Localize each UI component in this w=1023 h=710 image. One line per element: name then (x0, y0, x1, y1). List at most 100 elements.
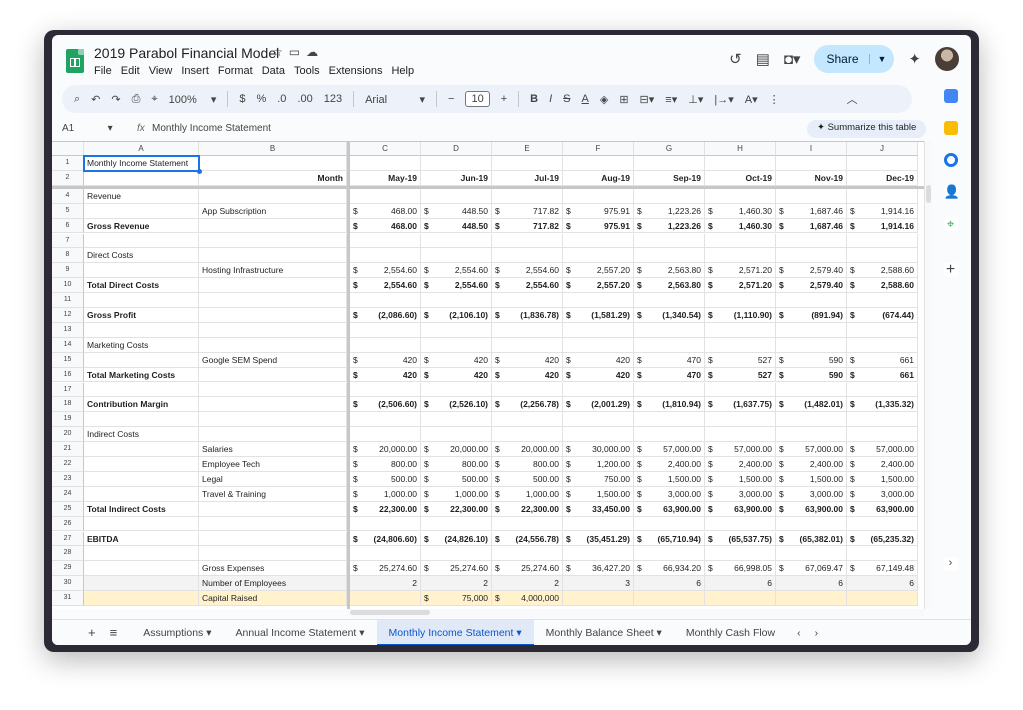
search-menus-icon[interactable]: ⌕ (74, 93, 80, 106)
row-header[interactable]: 18 (52, 397, 84, 413)
cell-label[interactable] (84, 352, 199, 368)
cell-value[interactable] (705, 591, 776, 606)
cell-sublabel[interactable] (199, 397, 347, 413)
cell-value[interactable]: $590 (776, 367, 847, 383)
cell-value[interactable]: $2,400.00 (776, 457, 847, 472)
cell-value[interactable]: $3,000.00 (847, 486, 918, 502)
row-header[interactable]: 25 (52, 501, 84, 517)
share-button[interactable]: Share ▼ (814, 45, 895, 73)
cell-value[interactable] (350, 427, 421, 443)
cell-value[interactable]: $420 (421, 352, 492, 368)
cell-value[interactable] (421, 233, 492, 249)
cell-label[interactable] (84, 293, 199, 308)
cell-sublabel[interactable]: Hosting Infrastructure (199, 263, 347, 279)
cell-value[interactable]: $ (2,001.29) (563, 397, 634, 413)
cell-label[interactable]: Direct Costs (84, 248, 199, 264)
cell-sublabel[interactable] (199, 188, 347, 204)
cell-label[interactable] (84, 170, 199, 186)
horizontal-scrollbar[interactable] (348, 609, 924, 617)
cell-value[interactable]: $750.00 (563, 471, 634, 487)
cell-value[interactable] (563, 293, 634, 308)
cell-value[interactable]: $2,588.60 (847, 263, 918, 279)
cell-sublabel[interactable] (199, 218, 347, 234)
cell-value[interactable] (847, 337, 918, 353)
cell-value[interactable] (634, 412, 705, 428)
formula-input[interactable]: Monthly Income Statement (152, 123, 271, 134)
cell-value[interactable] (847, 188, 918, 204)
cell-value[interactable]: $ (65,235.32) (847, 531, 918, 547)
freeze-row-bar[interactable] (52, 185, 924, 189)
font-size-increase-icon[interactable]: + (501, 93, 507, 105)
cell-label[interactable] (84, 457, 199, 472)
doc-title[interactable]: 2019 Parabol Financial Model (94, 45, 279, 61)
sheet-tab[interactable]: Monthly Balance Sheet ▾ (534, 620, 674, 646)
cell-value[interactable] (705, 337, 776, 353)
column-header[interactable]: E (492, 142, 563, 156)
collapse-toolbar-icon[interactable]: ︿ (847, 91, 858, 107)
cell-value[interactable] (492, 188, 563, 204)
cell-value[interactable] (705, 156, 776, 171)
row-header[interactable]: 29 (52, 561, 84, 577)
summarize-table-button[interactable]: ✦ Summarize this table (807, 120, 927, 138)
tab-menu-icon[interactable]: ▾ (356, 627, 364, 639)
cell-value[interactable]: $3,000.00 (705, 486, 776, 502)
cell-value[interactable]: Dec-19 (847, 170, 918, 186)
cell-value[interactable]: $2,554.60 (350, 278, 421, 294)
decrease-decimal-button[interactable]: .0 (277, 93, 286, 105)
more-options-icon[interactable]: ⋮ (769, 93, 780, 106)
gemini-icon[interactable]: ✦ (908, 50, 921, 68)
fill-color-icon[interactable]: ◈ (600, 93, 608, 106)
cell-value[interactable]: $1,500.00 (847, 471, 918, 487)
cell-value[interactable] (776, 188, 847, 204)
cell-sublabel[interactable] (199, 367, 347, 383)
cloud-status-icon[interactable]: ☁ (306, 45, 324, 59)
cell-value[interactable] (705, 248, 776, 264)
scroll-tabs-left-icon[interactable]: ‹ (797, 627, 801, 639)
cell-value[interactable]: $3,000.00 (634, 486, 705, 502)
cell-value[interactable] (350, 546, 421, 562)
cell-label[interactable]: Gross Revenue (84, 218, 199, 234)
cell-value[interactable]: $1,914.16 (847, 218, 918, 234)
row-header[interactable]: 8 (52, 248, 84, 264)
row-header[interactable]: 11 (52, 293, 84, 308)
cell-value[interactable]: $ (1,810.94) (634, 397, 705, 413)
cell-sublabel[interactable]: Legal (199, 471, 347, 487)
cell-value[interactable]: $ (35,451.29) (563, 531, 634, 547)
cell-value[interactable] (847, 322, 918, 338)
cell-value[interactable] (563, 516, 634, 532)
cell-value[interactable]: $36,427.20 (563, 561, 634, 577)
cell-value[interactable]: $420 (492, 367, 563, 383)
cell-value[interactable]: $2,579.40 (776, 278, 847, 294)
cell-value[interactable]: $33,450.00 (563, 501, 634, 517)
menu-insert[interactable]: Insert (181, 65, 209, 77)
cell-value[interactable]: Oct-19 (705, 170, 776, 186)
cell-sublabel[interactable]: Capital Raised (199, 591, 347, 606)
cell-label[interactable] (84, 591, 199, 606)
currency-button[interactable]: $ (239, 93, 245, 105)
meet-icon[interactable]: ◘▾ (784, 50, 801, 68)
cell-value[interactable]: $20,000.00 (421, 442, 492, 457)
cell-value[interactable]: $63,900.00 (776, 501, 847, 517)
cell-value[interactable]: $3,000.00 (776, 486, 847, 502)
cell-value[interactable]: $ (1,637.75) (705, 397, 776, 413)
cell-sublabel[interactable]: Travel & Training (199, 486, 347, 502)
cell-value[interactable] (776, 233, 847, 249)
cell-value[interactable]: $420 (350, 367, 421, 383)
increase-decimal-button[interactable]: .00 (297, 93, 312, 105)
cell-value[interactable]: $66,998.05 (705, 561, 776, 577)
cell-value[interactable]: $ (2,106.10) (421, 308, 492, 323)
cell-value[interactable] (634, 233, 705, 249)
cell-value[interactable]: $448.50 (421, 203, 492, 219)
history-icon[interactable]: ↺ (729, 50, 742, 68)
cell-value[interactable] (350, 412, 421, 428)
cell-value[interactable] (350, 591, 421, 606)
cell-value[interactable]: $2,563.80 (634, 263, 705, 279)
tasks-icon[interactable] (943, 153, 958, 167)
cell-value[interactable]: $57,000.00 (847, 442, 918, 457)
cell-value[interactable]: $470 (634, 367, 705, 383)
sheets-logo-icon[interactable] (66, 49, 84, 73)
cell-value[interactable]: 2 (492, 576, 563, 592)
cell-label[interactable]: Total Direct Costs (84, 278, 199, 294)
expand-panel-icon[interactable]: › (943, 557, 958, 571)
row-header[interactable]: 15 (52, 352, 84, 368)
